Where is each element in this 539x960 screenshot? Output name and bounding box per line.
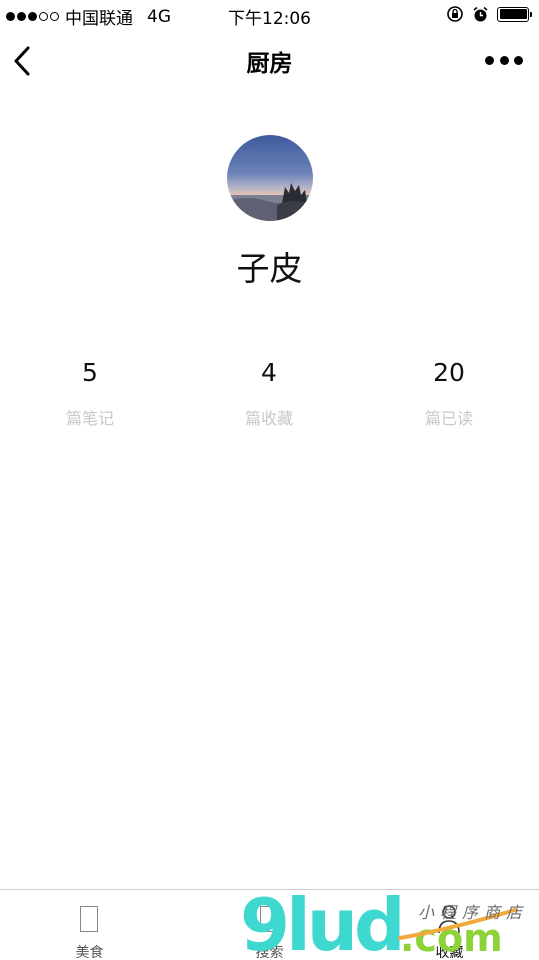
alarm-icon bbox=[473, 6, 488, 21]
search-icon bbox=[260, 906, 278, 932]
stat-favorites[interactable]: 4 篇收藏 bbox=[199, 355, 339, 429]
stat-label: 篇笔记 bbox=[65, 409, 114, 428]
page-title: 厨房 bbox=[246, 51, 293, 77]
tab-search[interactable]: 搜索 bbox=[180, 890, 359, 960]
stat-value: 20 bbox=[433, 358, 465, 387]
status-right bbox=[446, 5, 532, 23]
food-icon bbox=[80, 906, 98, 932]
tab-label: 搜索 bbox=[255, 945, 284, 960]
tab-favorites[interactable]: 收藏 bbox=[360, 890, 539, 960]
stat-label: 篇已读 bbox=[424, 409, 473, 428]
tab-bar: 美食 搜索 收藏 bbox=[0, 889, 539, 960]
stat-read[interactable]: 20 篇已读 bbox=[379, 355, 519, 429]
favorites-icon bbox=[438, 905, 460, 934]
nav-bar: 厨房 bbox=[0, 30, 539, 92]
battery-level bbox=[499, 9, 527, 19]
tab-label: 收藏 bbox=[435, 945, 464, 960]
stat-notes[interactable]: 5 篇笔记 bbox=[20, 355, 160, 429]
tab-label: 美食 bbox=[75, 945, 104, 960]
battery-icon bbox=[497, 6, 532, 22]
stat-value: 4 bbox=[261, 358, 277, 387]
stat-value: 5 bbox=[82, 358, 98, 387]
status-bar: 中国联通 4G 下午12:06 bbox=[0, 0, 539, 30]
tab-food[interactable]: 美食 bbox=[0, 890, 179, 960]
rotation-lock-icon bbox=[447, 6, 463, 22]
more-dots-icon bbox=[485, 55, 494, 65]
avatar[interactable] bbox=[227, 135, 313, 221]
more-button[interactable] bbox=[485, 50, 523, 70]
avatar-image bbox=[227, 135, 313, 221]
stat-label: 篇收藏 bbox=[244, 409, 293, 428]
username: 子皮 bbox=[236, 249, 303, 288]
